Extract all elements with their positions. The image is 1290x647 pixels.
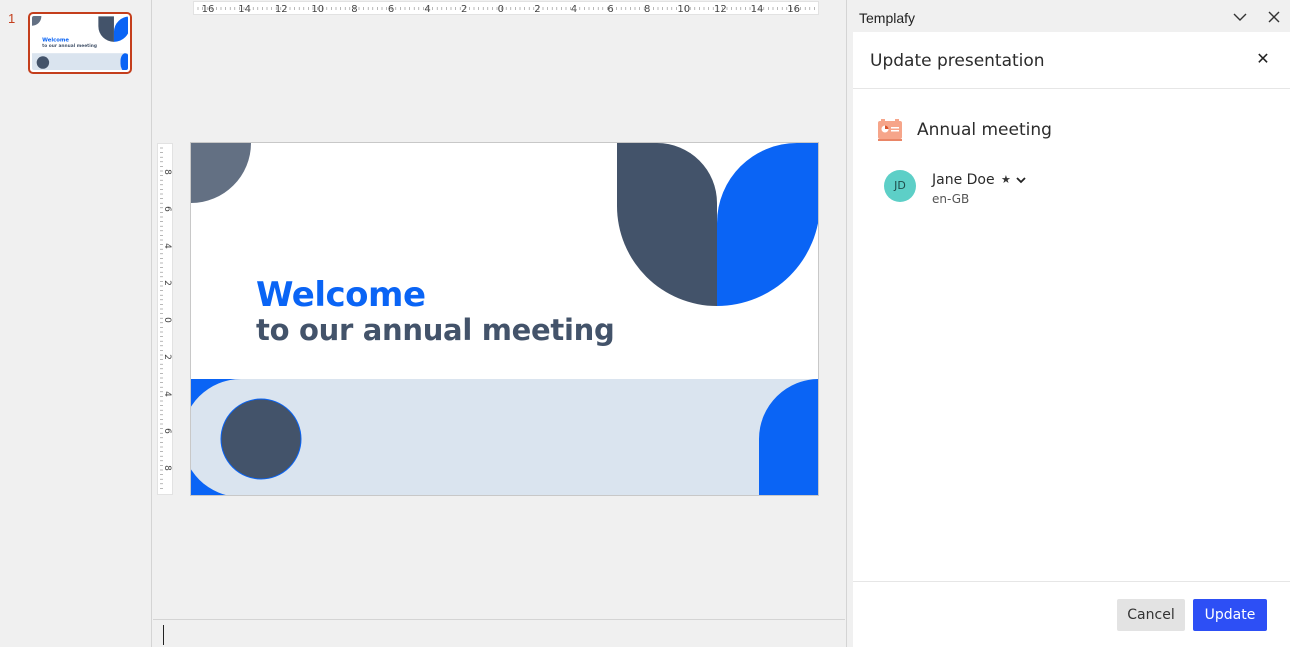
- slide-title[interactable]: Welcome: [256, 275, 426, 315]
- ruler-label: 8: [644, 4, 650, 14]
- text-caret: [163, 625, 164, 645]
- horizontal-ruler-ticks: 1614121086420246810121416: [197, 4, 815, 14]
- ruler-label: 4: [162, 243, 172, 249]
- user-locale: en-GB: [932, 192, 970, 206]
- ruler-label: 16: [202, 4, 215, 14]
- user-name: Jane Doe: [932, 172, 995, 188]
- thumbnail-title: Welcome: [42, 37, 69, 43]
- user-profile-row: JD Jane Doe ★ en-GB: [884, 170, 1184, 210]
- star-icon: ★: [1001, 174, 1011, 186]
- vertical-ruler-ticks: 8 6 4 2 0 2 4 6 8: [160, 147, 172, 489]
- ruler-label: 0: [498, 4, 504, 14]
- dark-leaf-shape: [617, 143, 717, 306]
- ruler-label: 6: [607, 4, 613, 14]
- chevron-down-icon[interactable]: [1231, 8, 1249, 26]
- chevron-down-icon[interactable]: [1014, 173, 1028, 187]
- task-pane-header: Templafy: [847, 0, 1290, 32]
- slide-thumbnails-pane: 1 Welcome to our annual meeting: [0, 0, 152, 647]
- update-presentation-panel: Update presentation ✕ Annual meeting JD: [853, 32, 1290, 647]
- ruler-label: 4: [571, 4, 577, 14]
- slide-thumbnail-preview: Welcome to our annual meeting: [32, 16, 128, 70]
- ruler-label: 2: [461, 4, 467, 14]
- ruler-label: 14: [751, 4, 764, 14]
- document-row: Annual meeting: [877, 118, 1257, 142]
- slide-subtitle[interactable]: to our annual meeting: [256, 313, 615, 347]
- update-button[interactable]: Update: [1193, 599, 1267, 631]
- panel-title: Update presentation: [870, 51, 1045, 71]
- top-left-quarter-circle: [191, 143, 251, 203]
- ruler-label: 12: [714, 4, 727, 14]
- task-pane-title: Templafy: [859, 10, 916, 26]
- panel-close-button[interactable]: ✕: [1253, 50, 1273, 70]
- vertical-ruler: 8 6 4 2 0 2 4 6 8: [157, 143, 173, 495]
- ruler-label: 8: [162, 465, 172, 471]
- panel-footer: Cancel Update: [853, 581, 1290, 647]
- ruler-label: 6: [162, 206, 172, 212]
- slide-thumbnail[interactable]: Welcome to our annual meeting: [28, 12, 132, 74]
- blue-leaf-shape: [717, 143, 818, 306]
- ruler-label: 0: [162, 317, 172, 323]
- slide-thumbnail-graphic: Welcome to our annual meeting: [32, 16, 128, 70]
- close-icon[interactable]: [1265, 8, 1283, 26]
- horizontal-ruler: 1614121086420246810121416: [193, 1, 819, 15]
- ruler-label: 2: [162, 280, 172, 286]
- templafy-task-pane: Templafy Update presentation ✕ Annual me…: [846, 0, 1290, 647]
- thumbnail-subtitle: to our annual meeting: [42, 43, 97, 49]
- cancel-button[interactable]: Cancel: [1117, 599, 1185, 631]
- bottom-navy-circle: [220, 398, 302, 480]
- ruler-label: 8: [162, 169, 172, 175]
- ruler-label: 4: [424, 4, 430, 14]
- document-name: Annual meeting: [917, 120, 1052, 140]
- ruler-label: 2: [534, 4, 540, 14]
- avatar: JD: [884, 170, 916, 202]
- powerpoint-file-icon: [877, 118, 903, 142]
- ruler-label: 4: [162, 391, 172, 397]
- ruler-label: 14: [238, 4, 251, 14]
- ruler-label: 2: [162, 354, 172, 360]
- panel-header: Update presentation ✕: [853, 32, 1290, 89]
- ruler-label: 6: [162, 428, 172, 434]
- slide-canvas[interactable]: Welcome to our annual meeting: [190, 142, 819, 496]
- notes-pane[interactable]: [153, 619, 845, 647]
- ruler-label: 10: [677, 4, 690, 14]
- ruler-label: 16: [787, 4, 800, 14]
- slide-number: 1: [8, 11, 16, 26]
